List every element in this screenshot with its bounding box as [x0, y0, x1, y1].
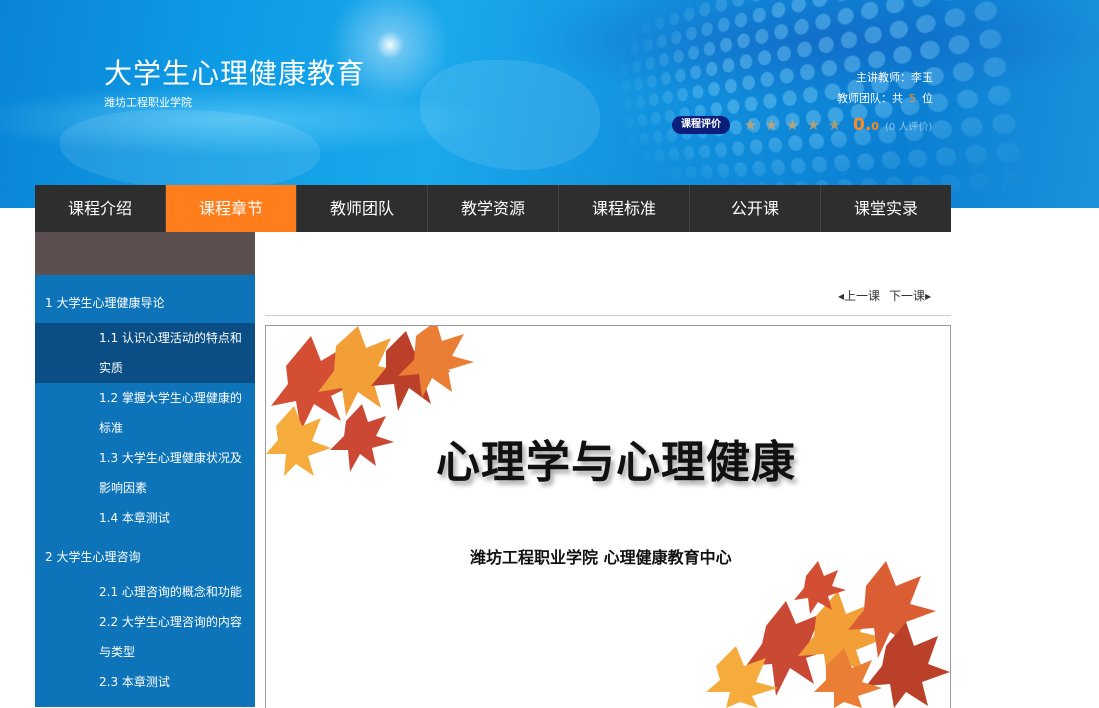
nav-course-standard[interactable]: 课程标准 [559, 185, 690, 232]
lead-teacher-line: 主讲教师：李玉 [837, 67, 933, 88]
slide-subtitle: 潍坊工程职业学院 心理健康教育中心 [470, 548, 732, 567]
world-map-decoration [420, 60, 600, 170]
next-lesson-link[interactable]: 下一课▸ [889, 289, 931, 303]
world-map-decoration [60, 110, 320, 190]
rating-score-main: 0. [853, 115, 872, 135]
sidebar-header [35, 232, 255, 275]
next-lesson-label: 下一课 [889, 289, 926, 303]
lesson-item-active[interactable]: 1.1 认识心理活动的特点和实质 [35, 323, 255, 383]
nav-teacher-team[interactable]: 教师团队 [297, 185, 428, 232]
lesson-slide: 心理学与心理健康 潍坊工程职业学院 心理健康教育中心 [265, 325, 951, 708]
header-banner: 大学生心理健康教育 潍坊工程职业学院 主讲教师：李玉 教师团队：共 5 位 课程评价… [0, 0, 1099, 208]
nav-course-intro[interactable]: 课程介绍 [35, 185, 166, 232]
chapter-item[interactable]: 1 大学生心理健康导论 [35, 283, 255, 323]
lead-teacher-name: 李玉 [911, 71, 933, 84]
star-icon[interactable]: ★ [803, 116, 824, 134]
rating-stars[interactable]: ★ ★ ★ ★ ★ [740, 116, 845, 134]
nav-classroom-record[interactable]: 课堂实录 [821, 185, 951, 232]
prev-lesson-label: 上一课 [844, 289, 881, 303]
rating-score-decimal: 0 [871, 120, 879, 133]
lesson-item[interactable]: 2.2 大学生心理咨询的内容与类型 [35, 607, 255, 667]
team-line: 教师团队：共 5 位 [837, 88, 933, 109]
autumn-leaves-decoration [706, 561, 950, 708]
caret-right-icon: ▸ [925, 289, 932, 303]
school-name: 潍坊工程职业学院 [104, 96, 192, 109]
lesson-item[interactable]: 1.4 本章测试 [35, 503, 255, 533]
team-label: 教师团队：共 [837, 92, 903, 105]
course-rating-button[interactable]: 课程评价 [672, 116, 730, 134]
lesson-item[interactable]: 2.1 心理咨询的概念和功能 [35, 577, 255, 607]
dot-pattern-decoration [613, 0, 1039, 208]
lead-teacher-label: 主讲教师： [856, 71, 911, 84]
prev-lesson-link[interactable]: ◂上一课 [838, 289, 880, 303]
star-icon[interactable]: ★ [824, 116, 845, 134]
team-count: 5 [909, 92, 916, 105]
star-icon[interactable]: ★ [740, 116, 761, 134]
site-title: 大学生心理健康教育 [104, 57, 366, 90]
chapter-sidebar: 1 大学生心理健康导论 1.1 认识心理活动的特点和实质 1.2 掌握大学生心理… [35, 232, 255, 707]
lesson-item[interactable]: 1.2 掌握大学生心理健康的标准 [35, 383, 255, 443]
rating-count: (0 人评价) [884, 121, 933, 133]
star-icon[interactable]: ★ [761, 116, 782, 134]
main-nav: 课程介绍 课程章节 教师团队 教学资源 课程标准 公开课 课堂实录 [35, 185, 951, 232]
course-rating: 课程评价 ★ ★ ★ ★ ★ 0.0 (0 人评价) [672, 115, 932, 135]
slide-title: 心理学与心理健康 [436, 437, 796, 488]
content-divider [265, 315, 951, 316]
nav-course-chapters[interactable]: 课程章节 [166, 185, 297, 232]
lesson-pager: ◂上一课 下一课▸ [838, 287, 931, 304]
team-unit: 位 [922, 92, 933, 105]
lesson-item[interactable]: 2.3 本章测试 [35, 667, 255, 697]
lesson-item[interactable]: 1.3 大学生心理健康状况及影响因素 [35, 443, 255, 503]
nav-teaching-resources[interactable]: 教学资源 [428, 185, 559, 232]
star-icon[interactable]: ★ [782, 116, 803, 134]
chapter-item[interactable]: 2 大学生心理咨询 [35, 537, 255, 577]
rating-score: 0.0 [853, 115, 879, 135]
teacher-info: 主讲教师：李玉 教师团队：共 5 位 [837, 67, 933, 109]
nav-open-class[interactable]: 公开课 [690, 185, 821, 232]
